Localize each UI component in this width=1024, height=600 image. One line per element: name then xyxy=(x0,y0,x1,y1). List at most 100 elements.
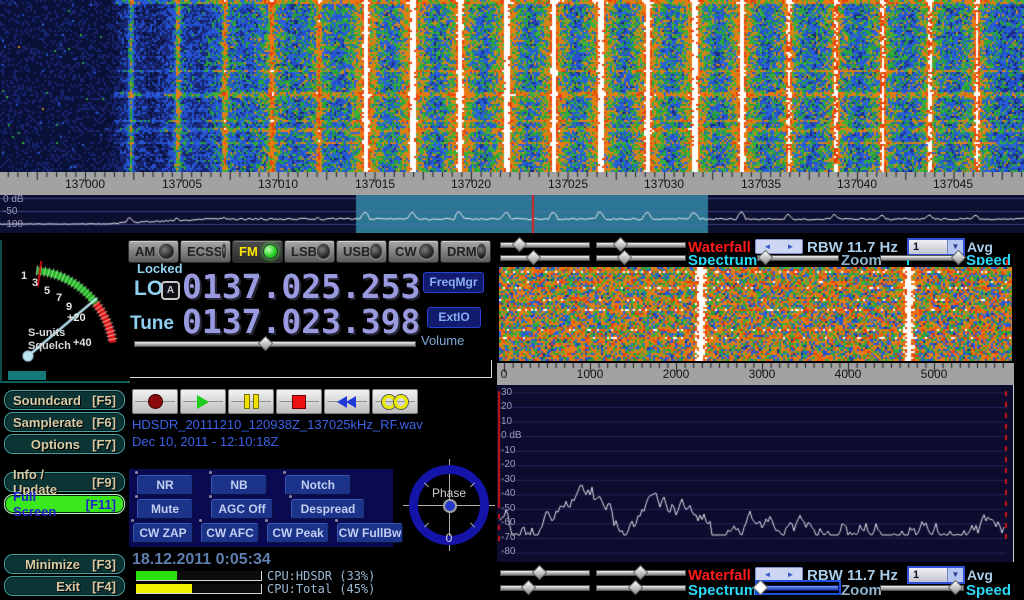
phase-label: Phase xyxy=(432,486,466,500)
mode-led-icon xyxy=(222,244,226,259)
scale-tick-label: 137020 xyxy=(451,177,491,191)
notch-button[interactable]: Notch xyxy=(285,475,351,495)
audio-db-label: -20 xyxy=(501,459,515,470)
volume-slider-thumb[interactable] xyxy=(257,336,273,352)
options-button[interactable]: Options[F7] xyxy=(4,434,125,454)
speed-slider[interactable] xyxy=(880,252,964,263)
mode-button-lsb[interactable]: LSB xyxy=(284,240,335,263)
agc-off-button[interactable]: AGC Off xyxy=(211,499,273,519)
loop-button[interactable] xyxy=(372,389,418,414)
waterfall-contrast-slider[interactable] xyxy=(500,239,590,250)
speed-slider-2[interactable] xyxy=(880,582,964,593)
audio-db-label: -50 xyxy=(501,503,515,514)
record-button[interactable] xyxy=(132,389,178,414)
tune-frequency-display[interactable]: 0137.023.398 xyxy=(182,307,420,337)
extio-button[interactable]: ExtIO xyxy=(427,307,481,328)
samplerate-button[interactable]: Samplerate[F6] xyxy=(4,412,125,432)
exit-button[interactable]: Exit[F4] xyxy=(4,576,125,596)
main-waterfall[interactable] xyxy=(0,0,1024,172)
rbw-spinner-2[interactable]: ◄► xyxy=(755,567,803,582)
play-button[interactable] xyxy=(180,389,226,414)
scale-tick-label: 137000 xyxy=(65,177,105,191)
avg-label-2: Avg xyxy=(967,567,993,583)
menu-key: [F9] xyxy=(84,475,116,490)
slider-thumb[interactable] xyxy=(628,580,644,596)
waterfall-brightness-slider-2[interactable] xyxy=(596,567,686,578)
rewind-button[interactable] xyxy=(324,389,370,414)
slider-thumb[interactable] xyxy=(521,580,537,596)
nr-button[interactable]: NR xyxy=(137,475,193,495)
waterfall-contrast-slider-2[interactable] xyxy=(500,567,590,578)
s-meter[interactable] xyxy=(0,240,130,382)
smeter-scale-label: 3 xyxy=(32,277,38,289)
mode-button-ecss[interactable]: ECSS xyxy=(180,240,231,263)
scale-tick-label: 137045 xyxy=(933,177,973,191)
waterfall-brightness-slider[interactable] xyxy=(596,239,686,250)
slider-thumb[interactable] xyxy=(617,250,633,266)
nb-button[interactable]: NB xyxy=(211,475,267,495)
zoom-slider[interactable] xyxy=(757,252,839,263)
mode-label: LSB xyxy=(291,244,317,259)
menu-label: Options xyxy=(31,437,80,452)
mode-label: ECSS xyxy=(187,244,222,259)
audio-scale-label: 3000 xyxy=(749,367,776,381)
slider-thumb[interactable] xyxy=(526,250,542,266)
soundcard-button[interactable]: Soundcard[F5] xyxy=(4,390,125,410)
db-label: -100 xyxy=(3,219,23,230)
scale-tick-label: 137005 xyxy=(162,177,202,191)
audio-spectrum[interactable] xyxy=(497,385,1013,562)
cpu-total-bar xyxy=(136,584,262,594)
slider-thumb[interactable] xyxy=(757,250,773,266)
mode-button-cw[interactable]: CW xyxy=(388,240,439,263)
audio-db-label: 20 xyxy=(501,401,512,412)
minimize-button[interactable]: Minimize[F3] xyxy=(4,554,125,574)
despread-button[interactable]: Despread xyxy=(291,499,365,519)
db-label: -50 xyxy=(3,206,17,217)
spectrum-brightness-slider[interactable] xyxy=(596,252,686,263)
mode-button-am[interactable]: AM xyxy=(128,240,179,263)
slider-thumb[interactable] xyxy=(633,565,649,581)
tune-label: Tune xyxy=(130,313,174,335)
audio-waterfall-frame xyxy=(497,265,1014,363)
main-spectrum[interactable] xyxy=(0,195,1024,233)
arrow-right-icon[interactable]: ► xyxy=(779,568,802,581)
audio-waterfall[interactable] xyxy=(499,267,1012,361)
fullscreen-button[interactable]: Full Screen[F11] xyxy=(4,494,125,514)
menu-label: Soundcard xyxy=(13,393,81,408)
cw-fullbw-button[interactable]: CW FullBw xyxy=(337,523,403,543)
squelch-level-bar[interactable] xyxy=(8,371,46,380)
spectrum-contrast-slider[interactable] xyxy=(500,252,590,263)
mode-label: CW xyxy=(395,244,417,259)
slider-thumb[interactable] xyxy=(532,565,548,581)
cw-zap-button[interactable]: CW ZAP xyxy=(133,523,193,543)
slider-thumb[interactable] xyxy=(512,237,528,253)
cw-afc-button[interactable]: CW AFC xyxy=(201,523,259,543)
mode-button-drm[interactable]: DRM xyxy=(440,240,491,263)
cpu-hdsdr-fill xyxy=(136,571,177,580)
mute-button[interactable]: Mute xyxy=(137,499,193,519)
lo-mode-badge[interactable]: A xyxy=(161,281,180,300)
zoom-slider-2[interactable] xyxy=(757,582,839,593)
audio-scale-label: 2000 xyxy=(663,367,690,381)
audio-db-label: -70 xyxy=(501,532,515,543)
spectrum-brightness-slider-2[interactable] xyxy=(596,582,686,593)
lo-frequency-display[interactable]: 0137.025.253 xyxy=(182,272,420,302)
cw-peak-button[interactable]: CW Peak xyxy=(267,523,329,543)
audio-scale-label: 4000 xyxy=(835,367,862,381)
mode-button-fm[interactable]: FM xyxy=(232,240,283,263)
menu-key: [F6] xyxy=(83,415,116,430)
audio-db-label: 10 xyxy=(501,416,512,427)
locked-label: Locked xyxy=(137,261,183,276)
mode-button-usb[interactable]: USB xyxy=(336,240,387,263)
pause-button[interactable] xyxy=(228,389,274,414)
hdsdr-window: 137000 137005 137010 137015 137020 13702… xyxy=(0,0,1024,600)
volume-slider[interactable] xyxy=(134,338,416,349)
stop-button[interactable] xyxy=(276,389,322,414)
speed-label-2: Speed xyxy=(966,582,1011,599)
slider-thumb[interactable] xyxy=(948,580,964,596)
slider-thumb[interactable] xyxy=(613,237,629,253)
freqmgr-button[interactable]: FreqMgr xyxy=(423,272,484,293)
spectrum-contrast-slider-2[interactable] xyxy=(500,582,590,593)
audio-spectrum-frame xyxy=(497,385,1014,562)
volume-slider-track[interactable] xyxy=(134,341,416,347)
